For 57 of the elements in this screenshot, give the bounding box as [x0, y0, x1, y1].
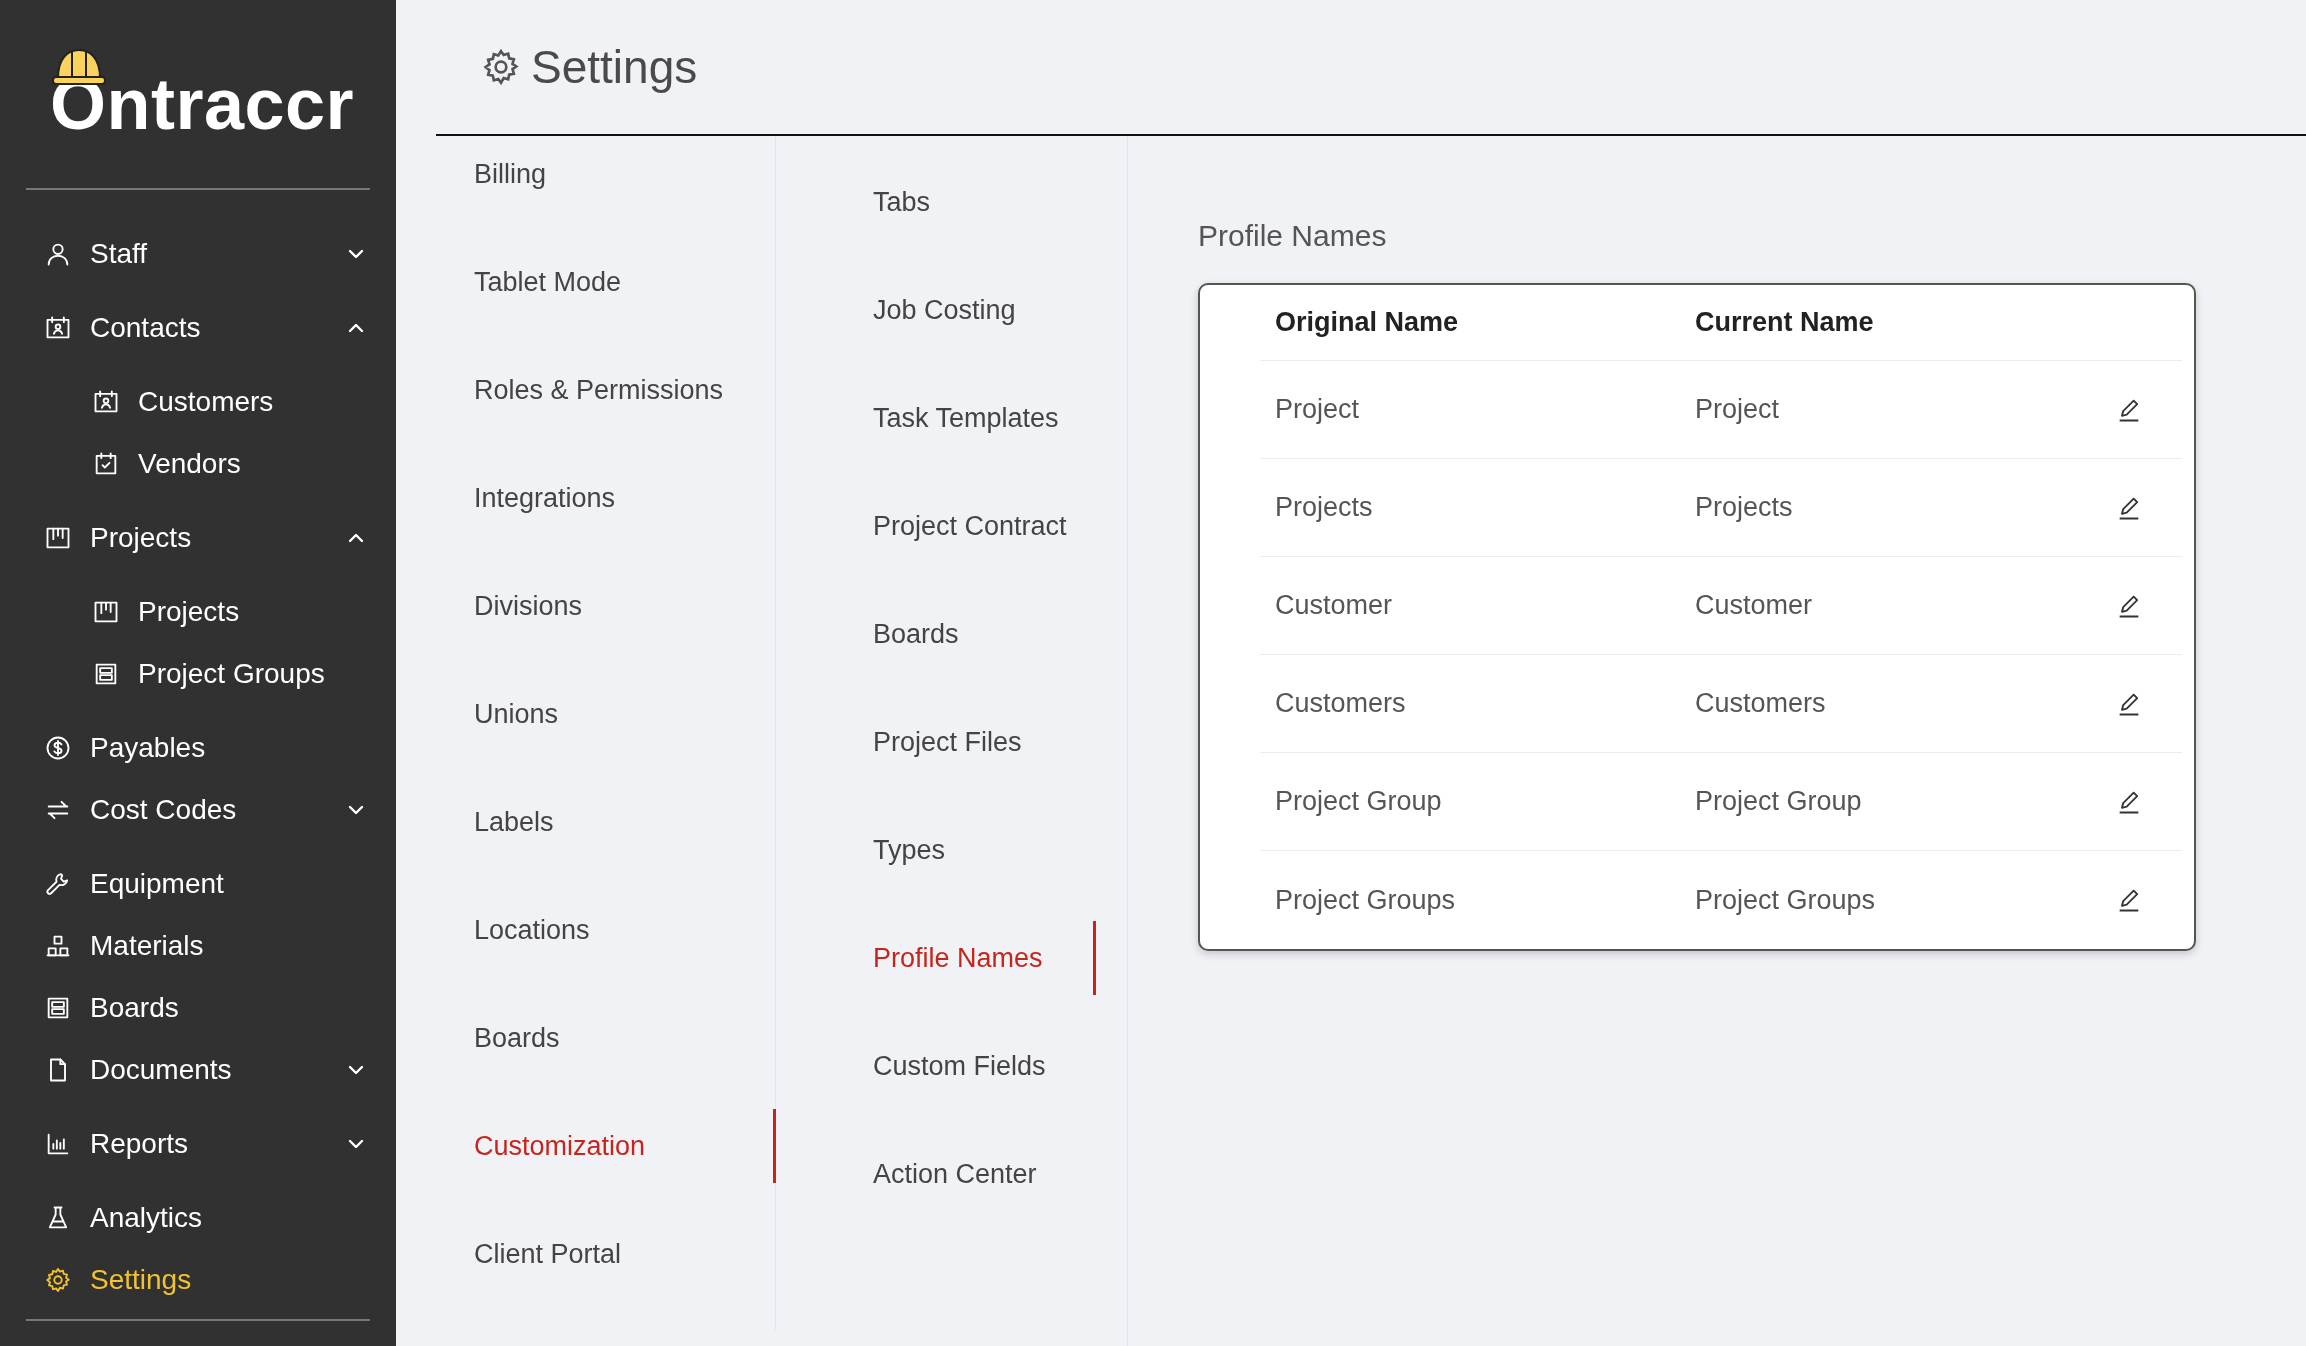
- sidebar-subitem[interactable]: Customers: [0, 371, 396, 433]
- sidebar-item[interactable]: Cost Codes: [0, 779, 396, 841]
- settings-nav-item[interactable]: Task Templates: [776, 381, 1096, 455]
- settings-nav-item[interactable]: Divisions: [426, 569, 776, 643]
- settings-nav-item[interactable]: Tabs: [776, 165, 1096, 239]
- settings-nav-item[interactable]: Boards: [426, 1001, 776, 1075]
- settings-nav-item[interactable]: Project Contract: [776, 489, 1096, 563]
- table-cell-text: Project Groups: [1694, 883, 1877, 917]
- settings-nav-item[interactable]: Roles & Permissions: [426, 353, 776, 427]
- settings-nav-item[interactable]: Custom Fields: [776, 1029, 1096, 1103]
- settings-nav-item[interactable]: Client Portal: [426, 1217, 776, 1291]
- sidebar-item[interactable]: Reports: [0, 1113, 396, 1175]
- sidebar-item[interactable]: Payables: [0, 717, 396, 779]
- settings-nav-item[interactable]: Locations: [426, 893, 776, 967]
- settings-nav-item[interactable]: Action Center: [776, 1137, 1096, 1211]
- settings-nav-item[interactable]: Unions: [426, 677, 776, 751]
- column-header: Current Name: [1694, 306, 1875, 340]
- table-cell-text: Project: [1274, 393, 1361, 427]
- sidebar-item[interactable]: Boards: [0, 977, 396, 1039]
- table-cell-text: Project: [1694, 393, 1781, 427]
- settings-nav-item[interactable]: Integrations: [426, 461, 776, 535]
- settings-nav-item[interactable]: Job Costing: [776, 273, 1096, 347]
- settings-nav-item[interactable]: Customization: [426, 1109, 776, 1183]
- sidebar-item[interactable]: Materials: [0, 915, 396, 977]
- sidebar-item[interactable]: Analytics: [0, 1187, 396, 1249]
- table-cell-text: Projects: [1274, 491, 1374, 525]
- section-heading: Profile Names: [1198, 218, 1388, 254]
- settings-nav-item[interactable]: Profile Names: [776, 921, 1096, 995]
- sidebar-item[interactable]: Equipment: [0, 853, 396, 915]
- settings-icon: [481, 47, 521, 87]
- table-cell-text: Projects: [1694, 491, 1794, 525]
- sidebar-item[interactable]: Settings: [0, 1249, 396, 1311]
- table-cell-text: Customer: [1274, 589, 1394, 623]
- table-cell-text: Customer: [1694, 589, 1814, 623]
- settings-nav-item[interactable]: Billing: [426, 137, 776, 211]
- sidebar-subitem[interactable]: Vendors: [0, 433, 396, 495]
- sidebar-item[interactable]: Projects: [0, 507, 396, 569]
- page-title: Settings: [531, 39, 698, 95]
- table-cell-text: Customers: [1274, 687, 1407, 721]
- table-cell-text: Project Group: [1274, 785, 1443, 819]
- sidebar-subitem[interactable]: Project Groups: [0, 643, 396, 705]
- table-cell-text: Customers: [1694, 687, 1827, 721]
- settings-nav-item[interactable]: Project Files: [776, 705, 1096, 779]
- table-cell-text: Project Group: [1694, 785, 1863, 819]
- sidebar-subitem[interactable]: Projects: [0, 581, 396, 643]
- sidebar-item[interactable]: Documents: [0, 1039, 396, 1101]
- settings-icon: [44, 1266, 72, 1294]
- dollar-circle-icon: [44, 734, 72, 762]
- settings-nav-item[interactable]: Tablet Mode: [426, 245, 776, 319]
- table-cell-text: Project Groups: [1274, 883, 1457, 917]
- settings-nav-item[interactable]: Labels: [426, 785, 776, 859]
- sidebar-item[interactable]: Contacts: [0, 297, 396, 359]
- sidebar-item[interactable]: Staff: [0, 223, 396, 285]
- settings-nav-item[interactable]: Types: [776, 813, 1096, 887]
- settings-nav-item[interactable]: Boards: [776, 597, 1096, 671]
- logo: Ontraccr: [50, 48, 355, 140]
- column-header: Original Name: [1274, 306, 1460, 340]
